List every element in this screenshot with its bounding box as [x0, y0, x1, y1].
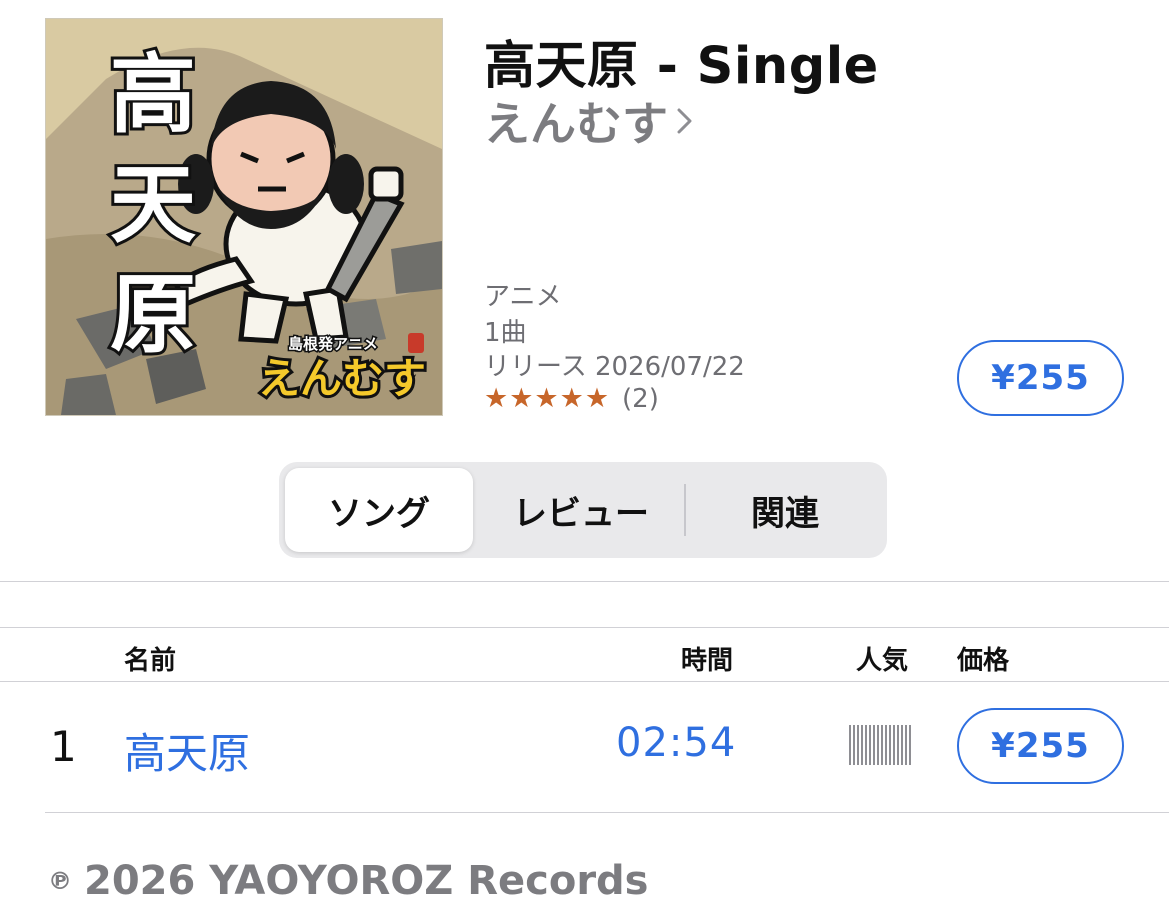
album-artwork: 高 天 原 島根発アニメ えんむす [45, 18, 443, 416]
artwork-title-char-1: 高 [110, 44, 196, 145]
star-rating-icons: ★★★★★ [484, 383, 611, 414]
album-buy-button[interactable]: ¥255 [957, 340, 1124, 416]
segment-divider [684, 484, 686, 536]
copyright: ℗ 2026 YAOYOROZ Records [48, 858, 649, 904]
track-count: 1曲 [484, 318, 527, 348]
artist-name: えんむす [484, 97, 668, 151]
column-header-time[interactable]: 時間 [681, 640, 733, 677]
copyright-text: 2026 YAOYOROZ Records [84, 858, 649, 904]
artist-link[interactable]: えんむす [484, 88, 696, 154]
divider [0, 681, 1169, 682]
track-duration[interactable]: 02:54 [616, 720, 736, 766]
rating[interactable]: ★★★★★ (2) [484, 383, 659, 414]
divider [0, 627, 1169, 628]
column-header-price[interactable]: 価格 [957, 640, 1009, 677]
svg-text:原: 原 [110, 264, 196, 365]
genre-label[interactable]: アニメ [484, 276, 561, 313]
album-title: 高天原 - Single [484, 37, 879, 96]
rating-count: (2) [622, 383, 659, 414]
release-date: リリース 2026/07/22 [484, 352, 745, 382]
track-number: 1 [50, 722, 77, 771]
chevron-right-icon [677, 108, 692, 134]
track-buy-button[interactable]: ¥255 [957, 708, 1124, 784]
svg-text:えんむす: えんむす [258, 354, 426, 403]
phonogram-copyright-icon: ℗ [48, 867, 72, 895]
svg-text:天: 天 [110, 154, 196, 255]
divider [0, 581, 1169, 582]
svg-text:島根発アニメ: 島根発アニメ [288, 335, 378, 353]
track-title-link[interactable]: 高天原 [124, 720, 250, 781]
tab-songs[interactable]: ソング [285, 468, 473, 552]
tab-reviews[interactable]: レビュー [479, 468, 683, 552]
divider [45, 812, 1169, 813]
tab-related[interactable]: 関連 [689, 468, 881, 552]
popularity-bars [849, 725, 913, 765]
column-header-name[interactable]: 名前 [124, 640, 176, 677]
segmented-control: ソング レビュー 関連 [279, 462, 887, 558]
column-header-popularity[interactable]: 人気 [856, 640, 908, 677]
